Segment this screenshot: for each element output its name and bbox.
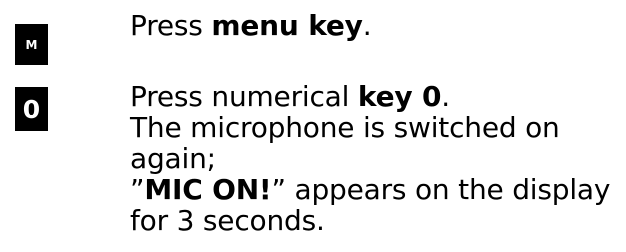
step-1-pre: Press — [130, 9, 212, 42]
step-2-bold: key 0 — [357, 80, 442, 113]
menu-key-label: M — [25, 37, 38, 52]
step-menu-key: Press menu key. — [130, 9, 372, 42]
step-key-0: Press numerical key 0. The microphone is… — [130, 81, 610, 236]
mic-on-message: MIC ON! — [144, 173, 272, 206]
step-2-pre: Press numerical — [130, 80, 358, 113]
quote-open: ” — [130, 173, 145, 206]
step-2-post: . — [441, 80, 450, 113]
numeric-key-0-label: 0 — [22, 94, 41, 124]
step-1-line: Press menu key. — [130, 9, 372, 42]
menu-key-icon: M — [15, 24, 48, 65]
step-2-line-1: Press numerical key 0. — [130, 81, 610, 112]
quote-rest: ” appears on the display — [271, 173, 611, 206]
numeric-key-0-icon: 0 — [15, 87, 48, 131]
step-2-line-2: The microphone is switched on — [130, 111, 560, 144]
step-1-bold: menu key — [211, 9, 363, 42]
step-1-post: . — [362, 9, 372, 42]
step-2-line-5: for 3 seconds. — [130, 204, 325, 237]
step-2-line-4: ”MIC ON!” appears on the display — [130, 174, 610, 205]
step-2-line-3: again; — [130, 142, 216, 175]
